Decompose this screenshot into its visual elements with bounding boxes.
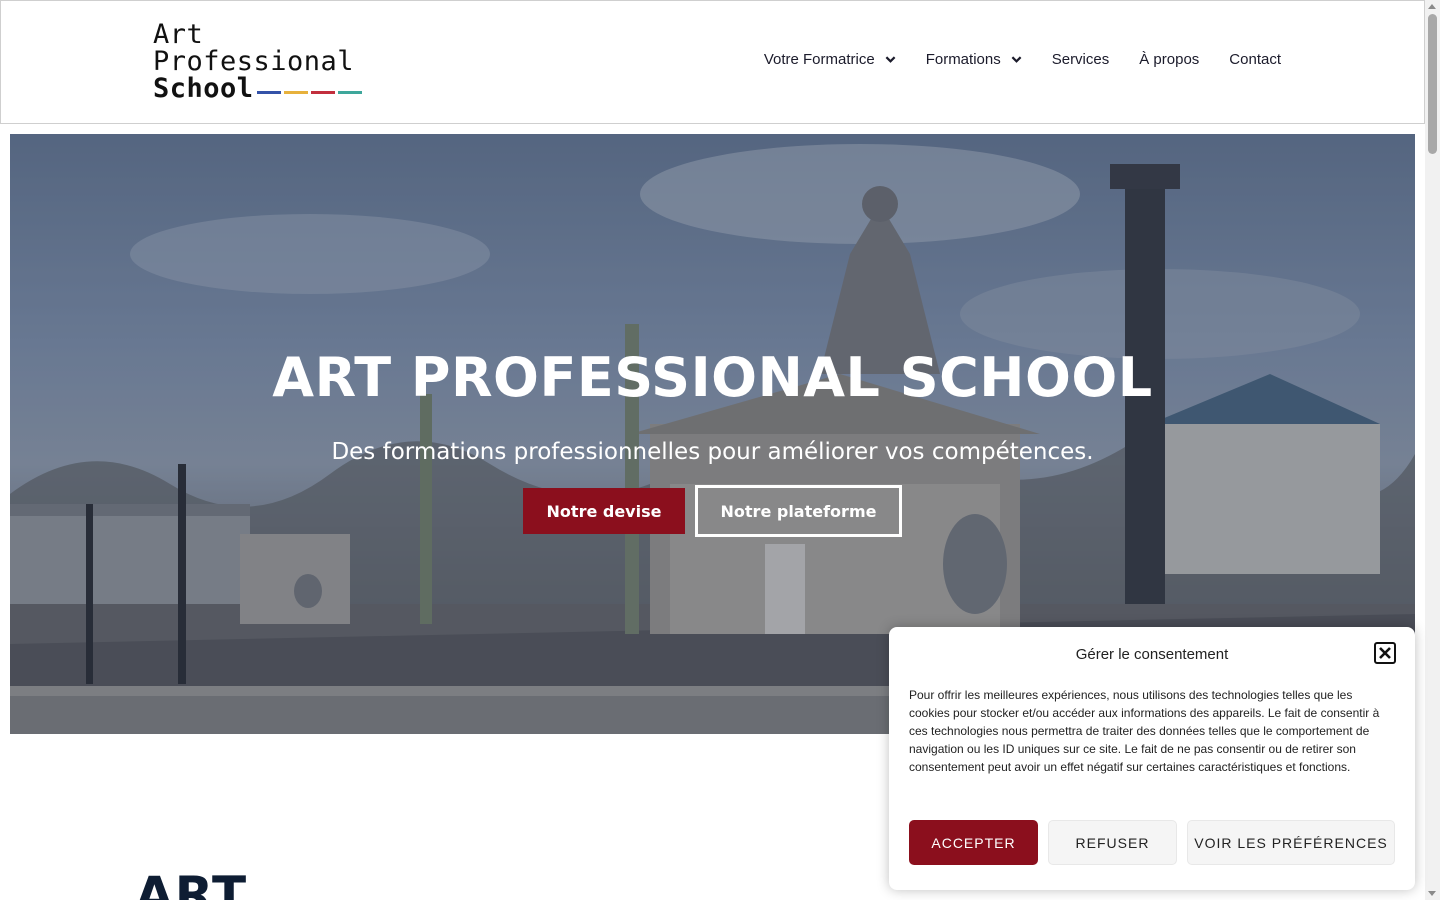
notre-devise-button[interactable]: Notre devise xyxy=(523,488,685,534)
nav-item-label: À propos xyxy=(1139,51,1200,68)
main-nav: Votre Formatrice Formations Services À p… xyxy=(764,51,1281,68)
scroll-up-arrow-icon[interactable] xyxy=(1428,4,1436,9)
nav-item-services[interactable]: Services xyxy=(1052,51,1110,68)
consent-actions: ACCEPTER REFUSER VOIR LES PRÉFÉRENCES xyxy=(909,820,1395,865)
nav-item-label: Formations xyxy=(925,51,1001,68)
hero-subtitle: Des formations professionnelles pour amé… xyxy=(331,439,1094,465)
nav-item-label: Contact xyxy=(1229,51,1281,68)
nav-item-contact[interactable]: Contact xyxy=(1229,51,1281,68)
nav-item-label: Services xyxy=(1051,51,1110,68)
logo-line-2: Professional xyxy=(153,46,355,77)
nav-item-formations[interactable]: Formations xyxy=(926,51,1022,68)
section-heading: ART xyxy=(135,866,248,900)
logo-bar-teal xyxy=(337,90,362,94)
nav-item-votre-formatrice[interactable]: Votre Formatrice xyxy=(764,51,896,68)
view-preferences-button[interactable]: VOIR LES PRÉFÉRENCES xyxy=(1187,820,1395,865)
hero-title: ART PROFESSIONAL SCHOOL xyxy=(272,346,1153,409)
consent-dialog: Gérer le consentement Pour offrir les me… xyxy=(889,627,1415,890)
scrollbar-thumb[interactable] xyxy=(1428,14,1437,154)
logo-bar-red xyxy=(310,90,335,94)
consent-body: Pour offrir les meilleures expériences, … xyxy=(909,688,1380,774)
chevron-down-icon xyxy=(1011,56,1022,63)
refuse-button[interactable]: REFUSER xyxy=(1048,820,1177,865)
logo-bar-yellow xyxy=(283,90,308,94)
logo-line-3: School xyxy=(153,73,254,104)
notre-plateforme-button[interactable]: Notre plateforme xyxy=(695,485,902,537)
logo-line-3-row: School xyxy=(153,75,373,103)
consent-title: Gérer le consentement xyxy=(1075,646,1229,663)
site-logo[interactable]: Art Professional School xyxy=(153,21,373,105)
nav-item-label: Votre Formatrice xyxy=(763,51,875,68)
chevron-down-icon xyxy=(885,56,896,63)
logo-line-1: Art xyxy=(153,19,204,50)
page-scrollbar[interactable] xyxy=(1425,0,1440,900)
site-header: Art Professional School Votre Formatrice… xyxy=(0,0,1425,124)
scroll-down-arrow-icon[interactable] xyxy=(1428,891,1436,896)
logo-bar-blue xyxy=(256,90,281,94)
close-button[interactable] xyxy=(1374,642,1396,664)
accept-button[interactable]: ACCEPTER xyxy=(909,820,1038,865)
nav-item-a-propos[interactable]: À propos xyxy=(1139,51,1199,68)
hero-buttons: Notre devise Notre plateforme xyxy=(523,485,902,537)
logo-color-bars xyxy=(256,90,365,94)
close-icon xyxy=(1379,647,1391,659)
